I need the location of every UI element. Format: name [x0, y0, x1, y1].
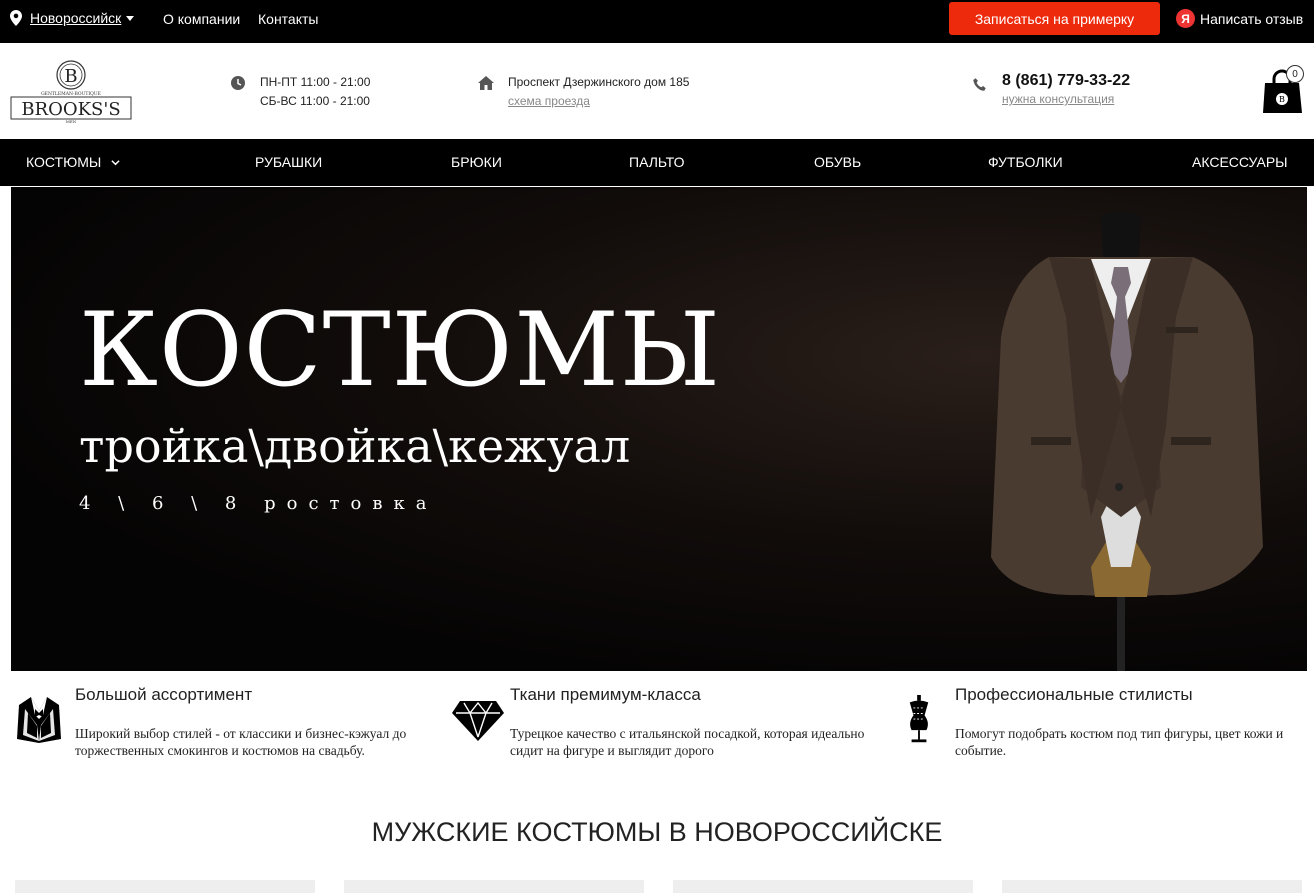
nav-item-tshirts[interactable]: ФУТБОЛКИ	[988, 154, 1063, 170]
phone-icon	[973, 78, 986, 91]
nav-item-suits[interactable]: КОСТЮМЫ	[26, 154, 120, 170]
nav-item-shoes[interactable]: ОБУВЬ	[814, 154, 861, 170]
cart-button[interactable]: B 0	[1262, 65, 1304, 115]
logo-tagline: GENTLEMAN-BOUTIQUE	[41, 91, 101, 97]
hours-weekdays: ПН-ПТ 11:00 - 21:00	[260, 75, 371, 89]
working-hours: ПН-ПТ 11:00 - 21:00 СБ-ВС 11:00 - 21:00	[230, 73, 370, 111]
section-title: МУЖСКИЕ КОСТЮМЫ В НОВОРОССИЙСКЕ	[371, 817, 943, 847]
yandex-icon: Я	[1176, 9, 1195, 28]
hero-banner[interactable]: КОСТЮМЫ тройка\двойка\кежуал 4 \ 6 \ 8 р…	[11, 187, 1307, 671]
product-card[interactable]	[15, 880, 315, 893]
location-pin-icon	[10, 10, 22, 26]
hero-subtitle: тройка\двойка\кежуал	[79, 419, 631, 473]
city-name: Новороссийск	[30, 10, 122, 26]
tuxedo-icon	[17, 697, 61, 743]
write-review-link[interactable]: Я Написать отзыв	[1176, 9, 1303, 28]
hero-sizes: 4 \ 6 \ 8 ростовка	[79, 493, 438, 514]
top-bar: Новороссийск О компании Контакты Записат…	[0, 0, 1314, 43]
diamond-icon	[452, 701, 504, 741]
feature-title: Ткани премимум-класса	[510, 685, 701, 704]
logo-name: BROOKS'S	[21, 99, 120, 120]
nav-item-shirts[interactable]: РУБАШКИ	[255, 154, 322, 170]
site-header: B GENTLEMAN-BOUTIQUE BROOKS'S MEN ПН-ПТ …	[0, 43, 1314, 139]
cart-logo-letter: B	[1279, 95, 1285, 104]
clock-icon	[231, 76, 245, 90]
nav-item-label: КОСТЮМЫ	[26, 154, 102, 170]
nav-item-trousers[interactable]: БРЮКИ	[451, 154, 502, 170]
city-selector[interactable]: Новороссийск	[10, 10, 135, 26]
main-nav: КОСТЮМЫ РУБАШКИ БРЮКИ ПАЛЬТО ОБУВЬ ФУТБО…	[0, 139, 1314, 186]
nav-item-accessories[interactable]: АКСЕССУАРЫ	[1192, 154, 1288, 170]
brand-logo[interactable]: B GENTLEMAN-BOUTIQUE BROOKS'S MEN	[10, 59, 132, 124]
fitting-signup-button[interactable]: Записаться на примерку	[949, 2, 1160, 35]
hours-weekend: СБ-ВС 11:00 - 21:00	[260, 94, 370, 108]
product-card[interactable]	[1002, 880, 1302, 893]
write-review-label: Написать отзыв	[1200, 10, 1304, 27]
chevron-down-icon	[111, 159, 120, 165]
about-link[interactable]: О компании	[163, 11, 240, 27]
feature-title: Профессиональные стилисты	[955, 685, 1193, 704]
contacts-link[interactable]: Контакты	[258, 11, 318, 27]
hero-title: КОСТЮМЫ	[79, 291, 722, 410]
cart-count-badge: 0	[1286, 65, 1304, 83]
product-card[interactable]	[344, 880, 644, 893]
feature-text: Помогут подобрать костюм под тип фигуры,…	[955, 726, 1284, 758]
phone-number[interactable]: 8 (861) 779-33-22	[1002, 71, 1130, 90]
feature-text: Широкий выбор стилей - от классики и биз…	[75, 726, 407, 758]
suit-on-mannequin-image	[991, 211, 1263, 671]
feature-text: Турецкое качество с итальянской посадкой…	[510, 726, 865, 758]
home-icon	[478, 76, 494, 90]
directions-link[interactable]: схема проезда	[508, 92, 689, 111]
mannequin-icon	[909, 695, 929, 743]
logo-sub: MEN	[66, 119, 77, 124]
feature-title: Большой ассортимент	[75, 685, 253, 704]
address-text: Проспект Дзержинского дом 185	[508, 75, 690, 89]
product-card[interactable]	[673, 880, 973, 893]
nav-item-coats[interactable]: ПАЛЬТО	[629, 154, 685, 170]
store-address: Проспект Дзержинского дом 185 схема прое…	[478, 73, 689, 111]
logo-letter: B	[64, 66, 77, 87]
caret-down-icon	[126, 15, 135, 21]
consultation-link[interactable]: нужна консультация	[1002, 90, 1130, 109]
contact-phone: 8 (861) 779-33-22 нужна консультация	[972, 71, 1130, 109]
